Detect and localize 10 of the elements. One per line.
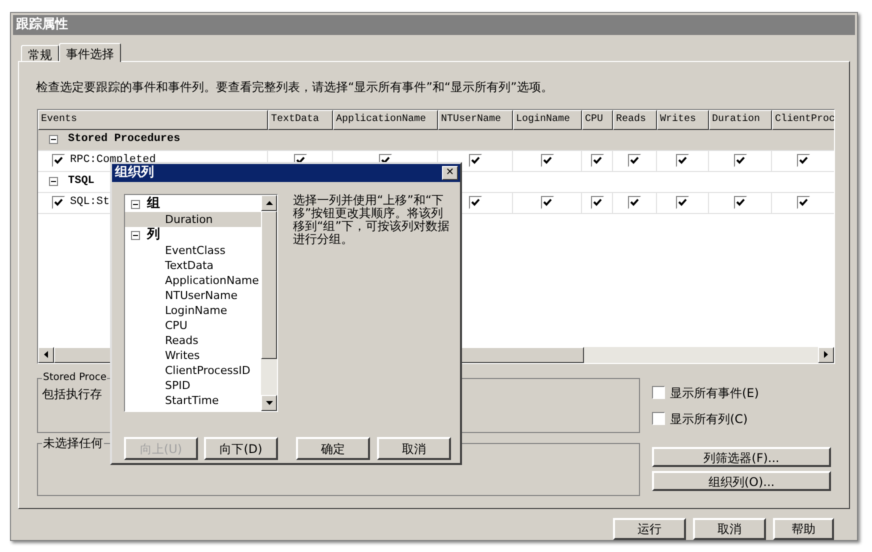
group-label: Stored Procedures <box>68 132 180 148</box>
dialog-title: 组织列 <box>115 164 154 182</box>
description: 检查选定要跟踪的事件和事件列。要查看完整列表，请选择“显示所有事件”和“显示所有列”选项。 <box>36 78 554 96</box>
help-text: 选择一列并使用“上移”和“下移”按钮更改其顺序。将该列移到“组”下，可按该列对数据进行分组。 <box>293 194 450 248</box>
event-name: RPC:Completed <box>70 153 156 166</box>
group-label: TSQL <box>68 174 94 190</box>
group-box-title: 未选择任何 <box>42 436 104 450</box>
event-name: SQL:St <box>70 195 110 210</box>
event-description: 包括执行存 <box>42 386 102 403</box>
window-title: 跟踪属性 <box>16 16 68 34</box>
